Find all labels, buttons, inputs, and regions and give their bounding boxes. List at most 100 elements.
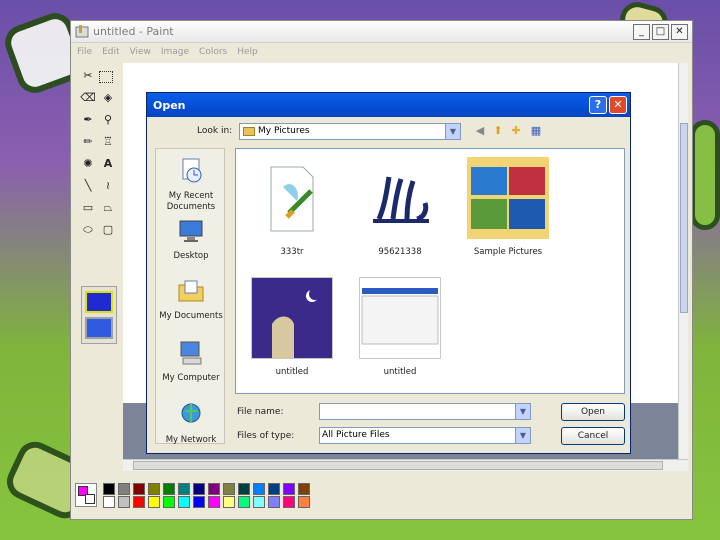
palette-swatch[interactable] xyxy=(253,496,265,508)
airbrush-icon[interactable]: ✺ xyxy=(79,155,97,173)
palette-swatch[interactable] xyxy=(283,496,295,508)
place-label: My Network xyxy=(165,435,217,445)
transparent-option[interactable] xyxy=(85,317,113,339)
maximize-button[interactable]: □ xyxy=(652,24,669,40)
menu-view[interactable]: View xyxy=(130,47,151,57)
paint-file-icon xyxy=(270,166,314,232)
file-thumbnail xyxy=(359,157,441,239)
place-my-documents[interactable]: My Documents xyxy=(156,277,226,322)
place-desktop[interactable]: Desktop xyxy=(156,217,226,262)
palette-swatch[interactable] xyxy=(103,483,115,495)
view-menu-icon[interactable]: ▦ xyxy=(529,124,543,138)
place-my-network[interactable]: My Network xyxy=(156,401,226,446)
pick-color-icon[interactable]: ✒ xyxy=(79,111,97,129)
select-icon[interactable] xyxy=(99,71,113,83)
palette-swatch[interactable] xyxy=(238,483,250,495)
tool-options xyxy=(81,286,117,344)
palette-swatch[interactable] xyxy=(283,483,295,495)
palette-swatch[interactable] xyxy=(163,483,175,495)
palette-swatch[interactable] xyxy=(103,496,115,508)
scrollbar-thumb[interactable] xyxy=(133,461,663,470)
text-icon[interactable]: A xyxy=(99,155,117,173)
dialog-titlebar[interactable]: Open ? ✕ xyxy=(147,93,630,117)
minimize-button[interactable]: _ xyxy=(633,24,650,40)
palette-swatch[interactable] xyxy=(238,496,250,508)
ellipse-icon[interactable]: ⬭ xyxy=(79,221,97,239)
menu-help[interactable]: Help xyxy=(237,47,258,57)
background-color xyxy=(85,494,95,504)
palette-swatch[interactable] xyxy=(148,496,160,508)
file-item[interactable]: 333tr xyxy=(250,157,334,257)
palette-swatch[interactable] xyxy=(223,483,235,495)
chevron-down-icon[interactable]: ▼ xyxy=(515,404,530,419)
look-in-dropdown[interactable]: My Pictures ▼ xyxy=(239,123,461,140)
palette-swatch[interactable] xyxy=(133,483,145,495)
palette-swatch[interactable] xyxy=(208,483,220,495)
files-of-type-dropdown[interactable]: All Picture Files ▼ xyxy=(319,427,531,444)
help-button[interactable]: ? xyxy=(589,96,607,114)
chevron-down-icon[interactable]: ▼ xyxy=(515,428,530,443)
palette-swatch[interactable] xyxy=(148,483,160,495)
palette-swatch[interactable] xyxy=(193,483,205,495)
horizontal-scrollbar[interactable] xyxy=(123,459,688,471)
place-my-computer[interactable]: My Computer xyxy=(156,339,226,384)
palette-swatch[interactable] xyxy=(253,483,265,495)
paint-titlebar[interactable]: untitled - Paint _ □ ✕ xyxy=(71,21,692,43)
palette-swatch[interactable] xyxy=(133,496,145,508)
up-folder-icon[interactable]: ⬆ xyxy=(491,124,505,138)
file-name: untitled xyxy=(275,367,309,377)
file-name-field[interactable]: ▼ xyxy=(319,403,531,420)
opaque-option[interactable] xyxy=(85,291,113,313)
palette-swatch[interactable] xyxy=(178,496,190,508)
menu-bar: File Edit View Image Colors Help xyxy=(71,43,692,61)
file-item[interactable]: untitled xyxy=(250,277,334,377)
scrollbar-thumb[interactable] xyxy=(680,123,688,313)
place-label: My Computer xyxy=(162,373,220,383)
rectangle-icon[interactable]: ▭ xyxy=(79,199,97,217)
color-palette xyxy=(75,479,325,509)
brush-icon[interactable]: ♖ xyxy=(99,133,117,151)
paint-app-icon xyxy=(75,24,89,37)
vertical-scrollbar[interactable] xyxy=(678,63,688,459)
fill-icon[interactable]: ◈ xyxy=(99,89,117,107)
background-decoration xyxy=(690,120,720,230)
eraser-icon[interactable]: ⌫ xyxy=(79,89,97,107)
new-folder-icon[interactable]: ✚ xyxy=(509,124,523,138)
palette-swatch[interactable] xyxy=(208,496,220,508)
magnifier-icon[interactable]: ⚲ xyxy=(99,111,117,129)
palette-swatch[interactable] xyxy=(298,483,310,495)
curve-icon[interactable]: ≀ xyxy=(99,177,117,195)
rounded-rectangle-icon[interactable]: ▢ xyxy=(99,221,117,239)
recent-documents-icon xyxy=(182,158,202,183)
chevron-down-icon[interactable]: ▼ xyxy=(445,124,460,139)
dialog-close-button[interactable]: ✕ xyxy=(609,96,627,114)
line-icon[interactable]: ╲ xyxy=(79,177,97,195)
palette-swatch[interactable] xyxy=(268,483,280,495)
menu-file[interactable]: File xyxy=(77,47,92,57)
palette-swatch[interactable] xyxy=(268,496,280,508)
palette-swatch[interactable] xyxy=(118,483,130,495)
pencil-icon[interactable]: ✏ xyxy=(79,133,97,151)
calligraphy-image-icon xyxy=(373,176,429,223)
file-thumbnail xyxy=(467,157,549,239)
palette-swatch[interactable] xyxy=(118,496,130,508)
palette-swatch[interactable] xyxy=(163,496,175,508)
file-item[interactable]: 95621338 xyxy=(358,157,442,257)
palette-swatch[interactable] xyxy=(178,483,190,495)
menu-image[interactable]: Image xyxy=(161,47,189,57)
palette-swatch[interactable] xyxy=(298,496,310,508)
open-dialog: Open ? ✕ Look in: My Pictures ▼ ◀ ⬆ ✚ ▦ … xyxy=(146,92,631,454)
palette-swatch[interactable] xyxy=(223,496,235,508)
place-recent-documents[interactable]: My Recent Documents xyxy=(156,157,226,213)
free-form-select-icon[interactable]: ✂ xyxy=(79,67,97,85)
file-item[interactable]: untitled xyxy=(358,277,442,377)
back-icon[interactable]: ◀ xyxy=(473,124,487,138)
polygon-icon[interactable]: ⏢ xyxy=(99,199,117,217)
open-button[interactable]: Open xyxy=(561,403,625,421)
close-button[interactable]: ✕ xyxy=(671,24,688,40)
menu-colors[interactable]: Colors xyxy=(199,47,227,57)
palette-swatch[interactable] xyxy=(193,496,205,508)
menu-edit[interactable]: Edit xyxy=(102,47,119,57)
cancel-button[interactable]: Cancel xyxy=(561,427,625,445)
file-item[interactable]: Sample Pictures xyxy=(466,157,550,257)
